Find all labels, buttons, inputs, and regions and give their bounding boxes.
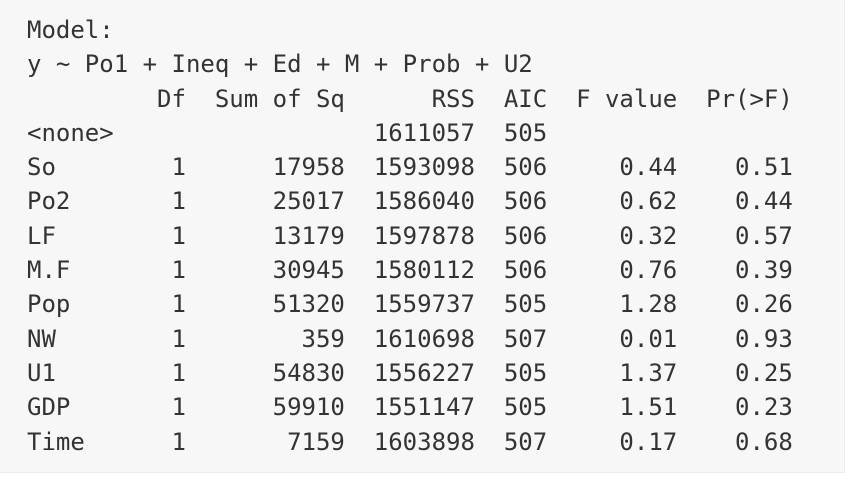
- table-row: So 1 17958 1593098 506 0.44 0.51: [27, 153, 793, 182]
- table-header-row: Df Sum of Sq RSS AIC F value Pr(>F): [27, 84, 793, 113]
- table-row: GDP 1 59910 1551147 505 1.51 0.23: [27, 393, 793, 422]
- table-row: LF 1 13179 1597878 506 0.32 0.57: [27, 221, 793, 250]
- r-console-output: Model: y ~ Po1 + Ineq + Ed + M + Prob + U…: [0, 0, 845, 473]
- drop1-output: Model: y ~ Po1 + Ineq + Ed + M + Prob + U…: [27, 13, 793, 459]
- table-row: NW 1 359 1610698 507 0.01 0.93: [27, 324, 793, 353]
- table-body: <none> 1611057 505 So 1 17958 1593098 50…: [27, 116, 793, 459]
- table-row: Time 1 7159 1603898 507 0.17 0.68: [27, 427, 793, 456]
- model-formula: y ~ Po1 + Ineq + Ed + M + Prob + U2: [27, 50, 533, 79]
- table-row: U1 1 54830 1556227 505 1.37 0.25: [27, 358, 793, 387]
- table-row: Pop 1 51320 1559737 505 1.28 0.26: [27, 290, 793, 319]
- table-row: <none> 1611057 505: [27, 118, 793, 147]
- model-label: Model:: [27, 16, 114, 44]
- table-row: Po2 1 25017 1586040 506 0.62 0.44: [27, 187, 793, 216]
- table-row: M.F 1 30945 1580112 506 0.76 0.39: [27, 256, 793, 285]
